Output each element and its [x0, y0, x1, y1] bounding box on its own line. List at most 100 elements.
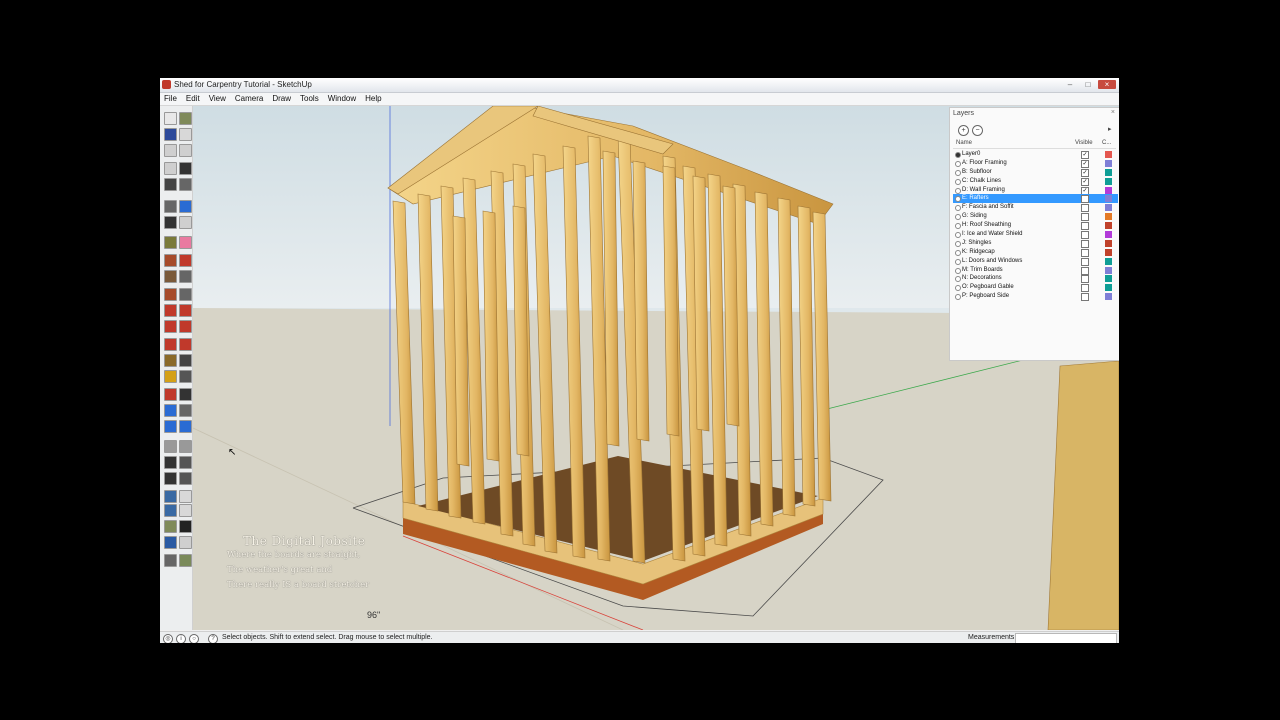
zoom-window-icon[interactable] [179, 420, 192, 433]
active-layer-radio[interactable] [955, 205, 961, 212]
cut-icon[interactable] [164, 144, 177, 157]
layer-visible-checkbox[interactable] [1081, 275, 1089, 284]
previous-view-icon[interactable] [179, 440, 192, 453]
layer-visible-checkbox[interactable]: ✓ [1081, 186, 1089, 195]
offset-icon[interactable] [179, 338, 192, 351]
minimize-button[interactable]: – [1062, 80, 1078, 89]
active-layer-radio[interactable] [955, 240, 961, 247]
layer-name[interactable]: G: Siding [962, 212, 987, 221]
protractor-icon[interactable] [164, 370, 177, 383]
back-view-icon[interactable] [164, 520, 177, 533]
active-layer-radio[interactable] [955, 258, 961, 265]
layer-row[interactable]: G: Siding [953, 212, 1118, 222]
active-layer-radio[interactable] [955, 187, 961, 194]
layer-color-swatch[interactable] [1105, 293, 1112, 301]
wireframe-icon[interactable] [179, 536, 192, 549]
orbit-icon[interactable] [164, 404, 177, 417]
menu-file[interactable]: File [160, 93, 182, 105]
layer-name[interactable]: F: Fascia and Soffit [962, 203, 1014, 212]
eraser-icon[interactable] [179, 236, 192, 249]
left-view-icon[interactable] [179, 520, 192, 533]
layer-visible-checkbox[interactable]: ✓ [1081, 151, 1089, 159]
info-icon[interactable] [179, 200, 192, 213]
layer-color-swatch[interactable] [1105, 284, 1112, 292]
active-layer-radio[interactable] [955, 223, 961, 230]
layer-color-swatch[interactable] [1105, 275, 1112, 283]
close-button[interactable]: × [1098, 80, 1116, 89]
user-icon[interactable]: ○ [189, 634, 199, 643]
copy-icon[interactable] [179, 144, 192, 157]
menu-draw[interactable]: Draw [268, 93, 296, 105]
save-icon[interactable] [164, 128, 177, 141]
column-visible[interactable]: Visible [1075, 140, 1093, 146]
menu-tools[interactable]: Tools [296, 93, 324, 105]
move-icon[interactable] [164, 304, 177, 317]
layer-visible-checkbox[interactable]: ✓ [1081, 159, 1089, 168]
layer-row[interactable]: L: Doors and Windows [953, 257, 1118, 266]
hidden-line-icon[interactable] [164, 554, 177, 567]
arc-icon[interactable] [179, 270, 192, 283]
paste-icon[interactable] [164, 162, 177, 175]
layer-row[interactable]: C: Chalk Lines ✓ [953, 177, 1118, 186]
layer-row[interactable]: E: Rafters [953, 194, 1118, 204]
layer-visible-checkbox[interactable] [1081, 222, 1089, 231]
geo-location-icon[interactable]: ◎ [163, 634, 173, 643]
make-component-icon[interactable] [179, 216, 192, 229]
add-layer-button[interactable]: + [958, 125, 969, 136]
layer-color-swatch[interactable] [1105, 159, 1112, 167]
push-pull-icon[interactable] [179, 304, 192, 317]
layer-color-swatch[interactable] [1105, 151, 1112, 158]
scale-icon[interactable] [164, 338, 177, 351]
layer-visible-checkbox[interactable]: ✓ [1081, 168, 1089, 177]
active-layer-radio[interactable] [955, 152, 961, 158]
delete-layer-button[interactable]: − [972, 125, 983, 136]
layer-color-swatch[interactable] [1105, 213, 1112, 221]
layers-details-button[interactable]: ▸ [1108, 125, 1112, 133]
circle-icon[interactable] [164, 270, 177, 283]
layer-color-swatch[interactable] [1105, 231, 1112, 239]
layer-name[interactable]: B: Subfloor [962, 168, 992, 177]
active-layer-radio[interactable] [955, 285, 961, 292]
layer-name[interactable]: E: Rafters [962, 194, 989, 203]
layer-color-swatch[interactable] [1105, 168, 1112, 176]
layer-row[interactable]: O: Pegboard Gable [953, 283, 1118, 293]
layer-row[interactable]: I: Ice and Water Shield [953, 230, 1118, 240]
layer-row[interactable]: A: Floor Framing ✓ [953, 159, 1118, 168]
layer-color-swatch[interactable] [1105, 257, 1112, 265]
layer-row[interactable]: N: Decorations [953, 274, 1118, 284]
layer-visible-checkbox[interactable] [1081, 293, 1089, 302]
line-icon[interactable] [179, 254, 192, 267]
layer-name[interactable]: A: Floor Framing [962, 159, 1007, 168]
layer-name[interactable]: H: Roof Sheathing [962, 221, 1011, 230]
top-view-icon[interactable] [179, 490, 192, 503]
layer-row[interactable]: F: Fascia and Soffit [953, 203, 1118, 213]
layer-color-swatch[interactable] [1105, 195, 1112, 203]
help-icon[interactable]: ? [208, 634, 218, 643]
layer-visible-checkbox[interactable] [1081, 204, 1089, 213]
active-layer-radio[interactable] [955, 196, 961, 203]
dimension-icon[interactable] [179, 354, 192, 367]
layer-row[interactable]: B: Subfloor ✓ [953, 168, 1118, 177]
layers-close-button[interactable]: × [1111, 109, 1115, 116]
active-layer-radio[interactable] [955, 267, 961, 274]
layer-visible-checkbox[interactable] [1081, 257, 1089, 266]
column-name[interactable]: Name [956, 140, 972, 146]
layer-visible-checkbox[interactable] [1081, 195, 1089, 204]
front-view-icon[interactable] [164, 504, 177, 517]
look-around-icon[interactable] [179, 456, 192, 469]
freehand-icon[interactable] [179, 288, 192, 301]
layer-visible-checkbox[interactable] [1081, 213, 1089, 222]
erase-icon[interactable] [179, 162, 192, 175]
layer-row[interactable]: P: Pegboard Side [953, 292, 1118, 302]
menu-help[interactable]: Help [361, 93, 386, 105]
iso-view-icon[interactable] [164, 490, 177, 503]
layer-name[interactable]: O: Pegboard Gable [962, 283, 1014, 292]
undo-icon[interactable] [164, 178, 177, 191]
xray-icon[interactable] [164, 536, 177, 549]
layer-row[interactable]: M: Trim Boards [953, 266, 1118, 275]
menu-camera[interactable]: Camera [231, 93, 268, 105]
layer-row[interactable]: J: Shingles [953, 239, 1118, 248]
layer-visible-checkbox[interactable] [1081, 284, 1089, 293]
layer-name[interactable]: P: Pegboard Side [962, 292, 1009, 301]
shaded-icon[interactable] [179, 554, 192, 567]
